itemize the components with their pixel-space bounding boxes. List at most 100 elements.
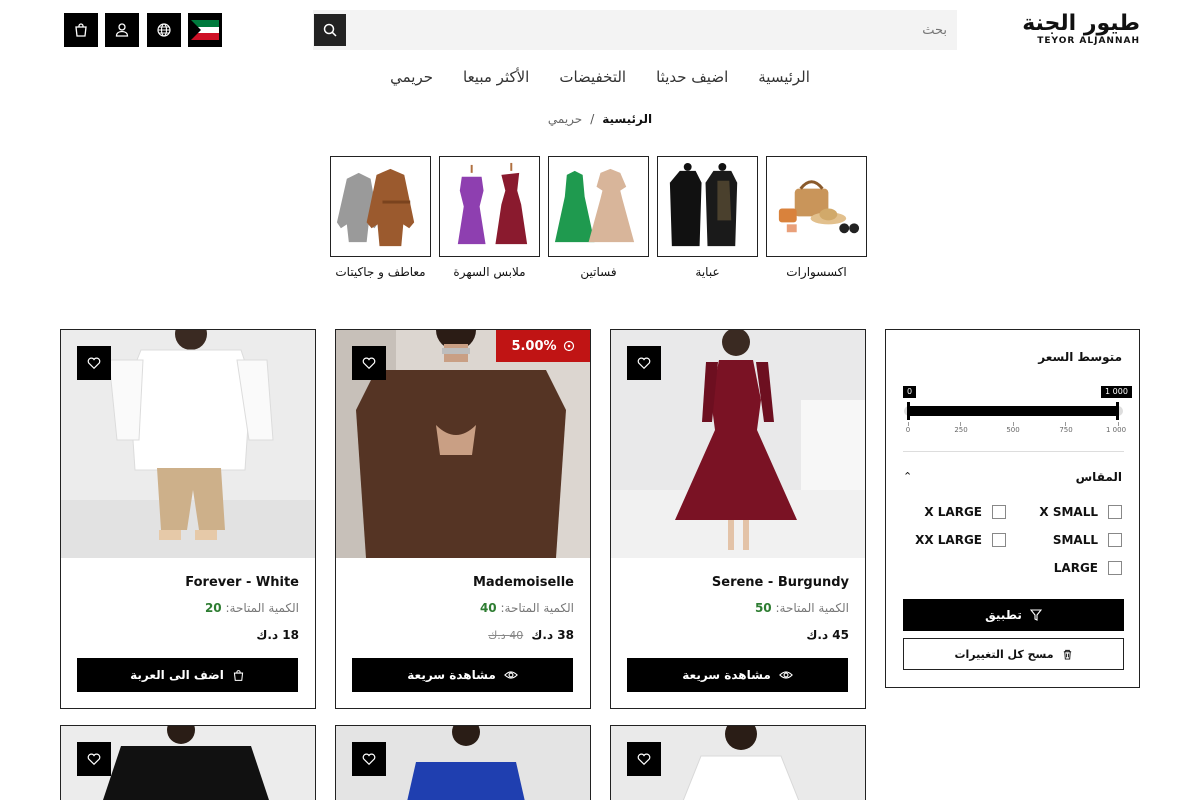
quick-view-button[interactable]: مشاهدة سريعة (627, 658, 848, 692)
wishlist-button[interactable] (352, 346, 386, 380)
product-card[interactable]: Serene - Burgundy الكمية المتاحة: 50 45 … (610, 329, 866, 709)
checkbox[interactable] (992, 533, 1006, 547)
tick-label: 1 000 (1105, 426, 1127, 434)
breadcrumb-home[interactable]: الرئيسية (602, 112, 652, 126)
category-image (766, 156, 867, 257)
size-option-xsmall[interactable]: X SMALL (1039, 504, 1122, 520)
size-option-large[interactable]: LARGE (1054, 560, 1122, 576)
clear-filters-button[interactable]: مسح كل التغييرات (903, 638, 1124, 670)
category-label: فساتين (580, 265, 617, 279)
category-accessories[interactable]: اكسسوارات (766, 156, 867, 279)
eye-icon (778, 671, 793, 679)
main-nav: الرئيسية اضيف حديثا التخفيضات الأكثر مبي… (0, 68, 1200, 86)
checkbox[interactable] (1108, 561, 1122, 575)
category-coats-jackets[interactable]: معاطف و جاكيتات (330, 156, 431, 279)
product-stock: الكمية المتاحة: 50 (755, 601, 849, 615)
heart-icon (87, 357, 101, 370)
logo-arabic: طيور الجنة (1022, 11, 1140, 36)
apply-filter-button[interactable]: تطبيق (903, 599, 1124, 631)
checkbox[interactable] (992, 505, 1006, 519)
price-value: 45 د.ك (806, 628, 849, 642)
search-input[interactable] (387, 10, 947, 50)
checkbox[interactable] (1108, 505, 1122, 519)
wishlist-button[interactable] (77, 742, 111, 776)
price-filter-title: متوسط السعر (1038, 350, 1122, 364)
price-slider-range (908, 406, 1119, 416)
size-option-xxlarge[interactable]: XX LARGE (915, 532, 1006, 548)
search-button[interactable] (314, 14, 346, 46)
apply-label: تطبيق (985, 608, 1022, 622)
search-icon (323, 23, 337, 37)
category-image (330, 156, 431, 257)
size-label: X LARGE (924, 505, 982, 519)
size-label: X SMALL (1039, 505, 1098, 519)
category-abaya[interactable]: عباية (657, 156, 758, 279)
category-dresses[interactable]: فساتين (548, 156, 649, 279)
cart-button[interactable] (64, 13, 98, 47)
product-stock: الكمية المتاحة: 40 (480, 601, 574, 615)
size-option-small[interactable]: SMALL (1053, 532, 1122, 548)
tick-label: 750 (1059, 426, 1073, 434)
badge-value: 5.00% (511, 338, 557, 354)
tag-icon (563, 340, 574, 352)
kuwait-flag-icon (191, 20, 219, 40)
stock-value: 50 (754, 601, 772, 615)
country-selector[interactable] (188, 13, 222, 47)
nav-item-women[interactable]: حريمي (390, 68, 433, 86)
user-icon (115, 23, 129, 37)
filter-icon (1029, 609, 1042, 621)
category-label: ملابس السهرة (453, 265, 526, 279)
heart-icon (362, 357, 376, 370)
account-button[interactable] (105, 13, 139, 47)
category-label: اكسسوارات (786, 265, 847, 279)
stock-label: الكمية المتاحة: (775, 601, 849, 615)
nav-item-new[interactable]: اضيف حديثا (656, 68, 728, 86)
nav-item-sale[interactable]: التخفيضات (559, 68, 626, 86)
trash-icon (1063, 649, 1071, 660)
button-label: اضف الى العربة (130, 668, 224, 682)
breadcrumb-current: حريمي (547, 112, 583, 126)
logo-english: TEYOR ALJANNAH (1037, 36, 1140, 46)
eye-icon (503, 671, 518, 679)
product-card[interactable] (610, 725, 866, 800)
globe-icon (157, 23, 171, 37)
heart-icon (637, 357, 651, 370)
breadcrumb: الرئيسية / حريمي (0, 112, 1200, 126)
nav-item-bestsellers[interactable]: الأكثر مبيعا (463, 68, 529, 86)
wishlist-button[interactable] (627, 742, 661, 776)
product-name[interactable]: Mademoiselle (473, 575, 574, 590)
category-evening-wear[interactable]: ملابس السهرة (439, 156, 540, 279)
price-slider-max-handle[interactable] (1116, 402, 1119, 420)
logo[interactable]: طيور الجنة TEYOR ALJANNAH (1022, 11, 1140, 47)
discount-badge: 5.00% (496, 330, 590, 362)
price-slider-min-handle[interactable] (907, 402, 910, 420)
product-card[interactable] (335, 725, 591, 800)
size-filter-title: المقاس (1075, 470, 1122, 484)
product-card[interactable] (60, 725, 316, 800)
wishlist-button[interactable] (352, 742, 386, 776)
tick-label: 500 (1006, 426, 1020, 434)
heart-icon (362, 753, 376, 766)
product-price: 18 د.ك (256, 628, 299, 642)
nav-item-home[interactable]: الرئيسية (758, 68, 810, 86)
price-value: 38 د.ك (531, 628, 574, 642)
product-stock: الكمية المتاحة: 20 (205, 601, 299, 615)
wishlist-button[interactable] (77, 346, 111, 380)
cart-icon (233, 669, 244, 681)
language-button[interactable] (147, 13, 181, 47)
wishlist-button[interactable] (627, 346, 661, 380)
stock-label: الكمية المتاحة: (225, 601, 299, 615)
product-card[interactable]: Forever - White الكمية المتاحة: 20 18 د.… (60, 329, 316, 709)
product-name[interactable]: Serene - Burgundy (712, 575, 849, 590)
cart-icon (75, 23, 87, 37)
header: طيور الجنة TEYOR ALJANNAH (0, 0, 1200, 60)
size-option-xlarge[interactable]: X LARGE (924, 504, 1006, 520)
product-name[interactable]: Forever - White (185, 575, 299, 590)
button-label: مشاهدة سريعة (407, 668, 496, 682)
quick-view-button[interactable]: مشاهدة سريعة (352, 658, 573, 692)
product-card[interactable]: 5.00% Mademoiselle الكمية المتاحة: 40 38… (335, 329, 591, 709)
category-label: معاطف و جاكيتات (335, 265, 426, 279)
checkbox[interactable] (1108, 533, 1122, 547)
chevron-up-icon[interactable]: ⌃ (903, 470, 912, 483)
add-to-cart-button[interactable]: اضف الى العربة (77, 658, 298, 692)
